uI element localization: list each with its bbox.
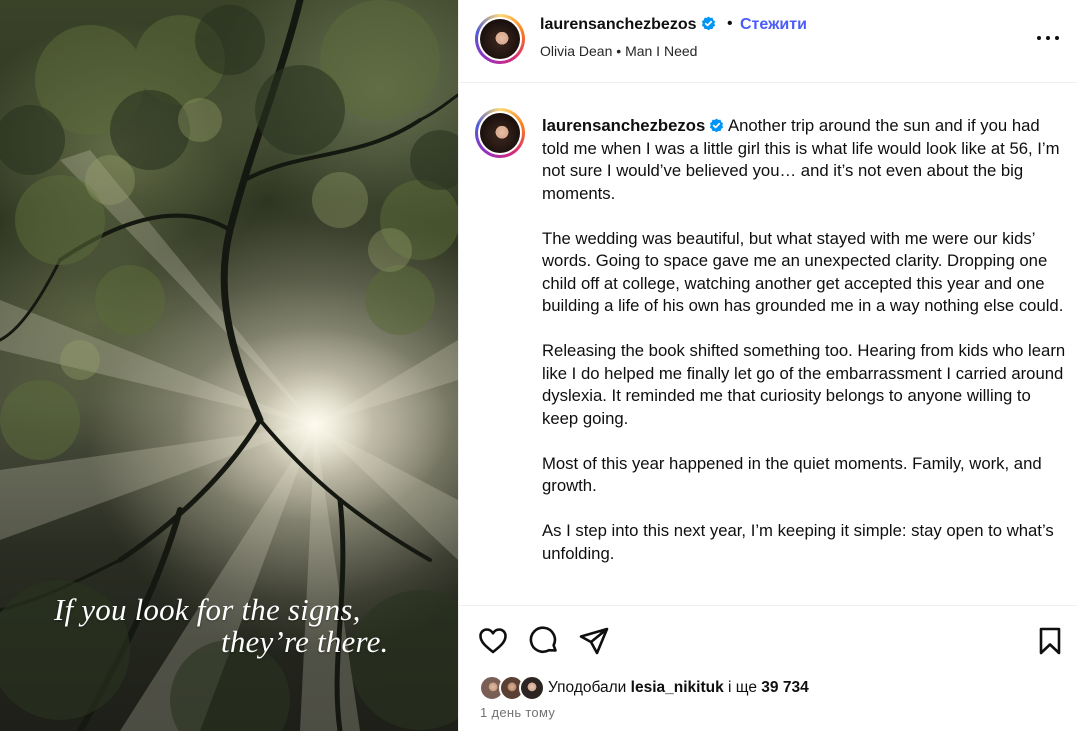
- author-username-text: laurensanchezbezos: [540, 16, 697, 33]
- follow-button[interactable]: Стежити: [740, 16, 807, 34]
- likes-prefix: Уподобали: [548, 679, 627, 696]
- likes-middle: і ще: [728, 679, 757, 696]
- bookmark-icon[interactable]: [1034, 625, 1066, 657]
- post-header: laurensanchezbezos • Стежити Olivia Dean…: [459, 0, 1077, 83]
- quote-line-2: they’re there.: [221, 624, 389, 659]
- caption-author-avatar-image: [480, 113, 520, 153]
- likes-text: Уподобали lesia_nikituk і ще 39 734: [548, 679, 809, 697]
- more-options-icon[interactable]: [1033, 25, 1063, 49]
- liker-username[interactable]: lesia_nikituk: [631, 679, 724, 696]
- caption-username-text: laurensanchezbezos: [542, 116, 706, 135]
- heart-icon[interactable]: [477, 625, 509, 657]
- header-separator: •: [727, 15, 733, 32]
- music-separator: •: [612, 43, 626, 59]
- quote-line-1: If you look for the signs,: [54, 592, 361, 627]
- music-title: Man I Need: [625, 43, 698, 59]
- post-timestamp[interactable]: 1 день тому: [480, 705, 555, 720]
- caption-paragraph-1: laurensanchezbezos Another trip around t…: [542, 115, 1067, 205]
- comment-icon[interactable]: [528, 625, 560, 657]
- caption-paragraph-5: As I step into this next year, I’m keepi…: [542, 521, 1054, 563]
- post-actions-bar: [459, 608, 1077, 668]
- author-username[interactable]: laurensanchezbezos: [540, 16, 716, 34]
- author-avatar[interactable]: [475, 14, 525, 64]
- liker-avatar-3: [519, 675, 545, 701]
- share-icon[interactable]: [578, 625, 610, 657]
- caption-author-avatar[interactable]: [475, 108, 525, 158]
- caption-username[interactable]: laurensanchezbezos: [542, 116, 724, 135]
- post-media-image[interactable]: If you look for the signs, they’re there…: [0, 0, 458, 731]
- likes-count[interactable]: 39 734: [761, 679, 808, 696]
- verified-badge-icon: [710, 118, 724, 133]
- author-avatar-image: [480, 19, 520, 59]
- caption-text: laurensanchezbezos Another trip around t…: [542, 115, 1067, 588]
- music-artist: Olivia Dean: [540, 43, 613, 59]
- music-info[interactable]: Olivia Dean • Man I Need: [540, 43, 697, 59]
- verified-badge-icon: [701, 16, 715, 31]
- likes-summary[interactable]: Уподобали lesia_nikituk і ще 39 734: [479, 675, 1059, 703]
- caption-section: laurensanchezbezos Another trip around t…: [459, 84, 1077, 606]
- post-detail-panel: laurensanchezbezos • Стежити Olivia Dean…: [458, 0, 1077, 731]
- caption-paragraph-2: The wedding was beautiful, but what stay…: [542, 228, 1064, 316]
- caption-paragraph-3: Releasing the book shifted something too…: [542, 341, 1066, 428]
- caption-paragraph-4: Most of this year happened in the quiet …: [542, 453, 1042, 496]
